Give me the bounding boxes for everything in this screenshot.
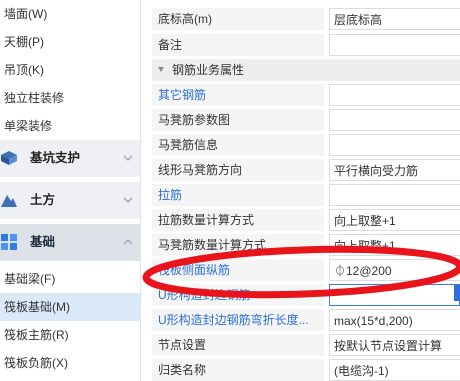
tree-item-label: 吊顶(K): [4, 63, 44, 77]
property-row-tie-bar: 拉筋: [148, 184, 460, 206]
property-value[interactable]: 向上取整+1: [329, 209, 460, 231]
property-label: 节点设置: [152, 334, 324, 356]
property-row-tie-bar-count-method: 拉筋数量计算方式 向上取整+1: [148, 209, 460, 231]
property-value-input[interactable]: [329, 284, 460, 306]
property-row-bottom-elevation: 底标高(m) 层底标高: [148, 8, 460, 30]
property-label-link[interactable]: 其它钢筋: [152, 84, 324, 106]
earthwork-icon: [1, 195, 17, 207]
property-label: 马凳筋参数图: [152, 109, 324, 131]
property-row-chair-diagram: 马凳筋参数图: [148, 109, 460, 131]
tree-item-label: 墙面(W): [4, 7, 48, 21]
property-row-raft-side-longitudinal: 筏板侧面纵筋 ⏀12@200: [148, 259, 460, 281]
property-value[interactable]: [329, 184, 460, 206]
category-foundation[interactable]: 基础: [0, 224, 140, 261]
scrollbar-thumb[interactable]: [454, 285, 460, 301]
property-value[interactable]: [329, 134, 460, 156]
property-row-linear-chair-direction: 线形马凳筋方向 平行横向受力筋: [148, 159, 460, 181]
property-row-category-name: 归类名称 (电缆沟-1): [148, 359, 460, 381]
property-value[interactable]: (电缆沟-1): [329, 359, 460, 381]
tree-item-label: 筏板负筋(X): [4, 356, 68, 370]
property-value[interactable]: 向上取整+1: [329, 234, 460, 256]
property-label-link[interactable]: U形构造封边钢筋弯折长度...: [152, 309, 324, 331]
property-value[interactable]: [329, 34, 460, 56]
property-value[interactable]: [329, 109, 460, 131]
category-label: 基础: [30, 235, 56, 249]
section-rebar-properties[interactable]: 钢筋业务属性: [152, 59, 460, 81]
chevron-down-icon[interactable]: [122, 152, 134, 164]
property-row-remarks: 备注: [148, 34, 460, 56]
property-label-link[interactable]: 拉筋: [152, 184, 324, 206]
property-label: 底标高(m): [152, 8, 324, 30]
foundation-icon: [1, 234, 17, 250]
property-value[interactable]: [329, 84, 460, 106]
component-tree: 墙面(W) 天棚(P) 吊顶(K) 独立柱装修 单梁装修 基坑支护 土方 基础 …: [0, 0, 141, 381]
tree-item-label: 筏板基础(M): [4, 300, 70, 314]
category-foundation-pit-support[interactable]: 基坑支护: [0, 140, 140, 177]
foundation-pit-icon: [1, 151, 17, 165]
tree-item-label: 基础梁(F): [4, 272, 56, 286]
section-title: 钢筋业务属性: [172, 63, 245, 77]
property-label-link[interactable]: 筏板侧面纵筋: [152, 259, 324, 281]
collapse-triangle-icon[interactable]: [158, 67, 164, 72]
chevron-down-icon[interactable]: [122, 194, 134, 206]
property-label-link[interactable]: U形构造封边钢筋: [152, 284, 324, 306]
property-label: 归类名称: [152, 359, 324, 381]
property-row-node-settings: 节点设置 按默认节点设置计算: [148, 334, 460, 356]
tree-item-foundation-beam[interactable]: 基础梁(F): [0, 265, 140, 293]
property-row-chair-info: 马凳筋信息: [148, 134, 460, 156]
tree-item-wall-surface[interactable]: 墙面(W): [0, 0, 140, 28]
property-label: 马凳筋数量计算方式: [152, 234, 324, 256]
property-value[interactable]: ⏀12@200: [329, 259, 460, 281]
tree-item-column-decoration[interactable]: 独立柱装修: [0, 84, 140, 112]
property-row-u-edge-bend-length: U形构造封边钢筋弯折长度... max(15*d,200): [148, 309, 460, 331]
tree-item-suspended-ceiling[interactable]: 吊顶(K): [0, 56, 140, 84]
property-value[interactable]: max(15*d,200): [329, 309, 460, 331]
property-row-other-rebar: 其它钢筋: [148, 84, 460, 106]
property-label: 马凳筋信息: [152, 134, 324, 156]
tree-item-raft-main-rebar[interactable]: 筏板主筋(R): [0, 321, 140, 349]
tree-item-label: 单梁装修: [4, 119, 53, 133]
property-row-chair-count-method: 马凳筋数量计算方式 向上取整+1: [148, 234, 460, 256]
chevron-up-icon[interactable]: [122, 236, 134, 248]
category-earthwork[interactable]: 土方: [0, 182, 140, 219]
tree-item-ceiling[interactable]: 天棚(P): [0, 28, 140, 56]
property-value[interactable]: 按默认节点设置计算: [329, 334, 460, 356]
tree-item-label: 筏板主筋(R): [4, 328, 69, 342]
property-label: 线形马凳筋方向: [152, 159, 324, 181]
property-value[interactable]: 平行横向受力筋: [329, 159, 460, 181]
property-grid: 底标高(m) 层底标高 备注 钢筋业务属性 其它钢筋 马凳筋参数图 马凳筋信息 …: [148, 0, 460, 381]
category-label: 土方: [30, 193, 56, 207]
property-row-u-edge-rebar: U形构造封边钢筋: [148, 284, 460, 306]
property-value[interactable]: 层底标高: [329, 8, 460, 30]
tree-item-raft-negative-rebar[interactable]: 筏板负筋(X): [0, 349, 140, 377]
tree-item-label: 独立柱装修: [4, 91, 65, 105]
property-label: 备注: [152, 34, 324, 56]
tree-item-beam-decoration[interactable]: 单梁装修: [0, 112, 140, 140]
tree-item-raft-foundation[interactable]: 筏板基础(M): [0, 293, 140, 321]
category-label: 基坑支护: [30, 151, 81, 165]
property-label: 拉筋数量计算方式: [152, 209, 324, 231]
tree-item-label: 天棚(P): [4, 35, 44, 49]
